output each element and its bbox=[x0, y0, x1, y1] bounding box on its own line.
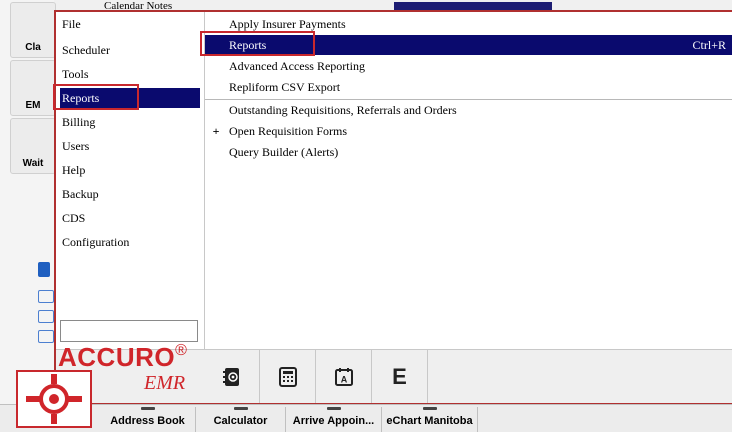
submenu-item-advanced-access-reporting[interactable]: Advanced Access Reporting bbox=[205, 56, 732, 76]
submenu-item-apply-insurer-payments[interactable]: Apply Insurer Payments bbox=[205, 14, 732, 34]
background-tile-clinic[interactable]: Cla bbox=[10, 2, 56, 58]
background-tile-label: Wait bbox=[22, 158, 44, 169]
taskbar-indicator bbox=[140, 407, 155, 410]
background-list-icon[interactable] bbox=[38, 310, 54, 323]
taskbar-indicator bbox=[422, 407, 437, 410]
taskbar-label: eChart Manitoba bbox=[386, 415, 473, 427]
shortcut-label: Ctrl+R bbox=[692, 38, 726, 52]
submenu-item-label: Apply Insurer Payments bbox=[229, 17, 346, 31]
address-book-icon bbox=[222, 367, 239, 386]
calculator-icon bbox=[278, 366, 297, 387]
submenu-item-outstanding-requisitions[interactable]: Outstanding Requisitions, Referrals and … bbox=[205, 100, 732, 120]
background-tile-label: Cla bbox=[25, 42, 41, 53]
background-tile-emr[interactable]: EM bbox=[10, 60, 56, 116]
menu-item-billing[interactable]: Billing bbox=[60, 112, 200, 132]
taskbar-echart-manitoba[interactable]: eChart Manitoba bbox=[382, 407, 478, 432]
quick-launch-bar: ACCURO® EMR A E bbox=[56, 342, 732, 403]
submenu-item-label: Advanced Access Reporting bbox=[229, 59, 365, 73]
submenu-item-query-builder-alerts[interactable]: Query Builder (Alerts) bbox=[205, 142, 732, 162]
logo-emr-text: EMR bbox=[144, 372, 186, 394]
taskbar-calculator[interactable]: Calculator bbox=[196, 407, 286, 432]
logo-brand-text: ACCURO bbox=[58, 342, 176, 372]
taskbar-arrive-appointment[interactable]: Arrive Appoin... bbox=[286, 407, 382, 432]
reports-submenu: Apply Insurer Payments Reports Ctrl+R Ad… bbox=[205, 12, 732, 347]
menu-search-input[interactable] bbox=[61, 321, 197, 341]
submenu-item-reports[interactable]: Reports Ctrl+R bbox=[205, 35, 732, 55]
menu-item-reports[interactable]: Reports bbox=[60, 88, 200, 108]
taskbar-indicator bbox=[233, 407, 248, 410]
quick-address-book-button[interactable] bbox=[204, 350, 260, 403]
svg-text:A: A bbox=[340, 374, 347, 384]
logo-registered-mark: ® bbox=[175, 342, 187, 359]
expand-plus-icon: + bbox=[212, 124, 220, 138]
submenu-item-label: Reports bbox=[229, 38, 267, 52]
menu-item-users[interactable]: Users bbox=[60, 136, 200, 156]
submenu-item-label: Outstanding Requisitions, Referrals and … bbox=[229, 103, 457, 117]
submenu-item-repliform-csv-export[interactable]: Repliform CSV Export bbox=[205, 77, 732, 97]
accuro-emr-logo: ACCURO® EMR bbox=[58, 342, 187, 394]
quick-echart-button[interactable]: E bbox=[372, 350, 428, 403]
accuro-start-button[interactable] bbox=[16, 370, 92, 428]
arrive-appointment-icon: A bbox=[334, 367, 353, 386]
taskbar-label: Calculator bbox=[213, 415, 268, 427]
submenu-item-label: Query Builder (Alerts) bbox=[229, 145, 339, 159]
menu-item-help[interactable]: Help bbox=[60, 160, 200, 180]
background-mail-icon[interactable] bbox=[38, 290, 54, 303]
menu-item-configuration[interactable]: Configuration bbox=[60, 232, 200, 252]
submenu-item-label: Open Requisition Forms bbox=[229, 124, 348, 138]
crosshair-logo-icon bbox=[26, 374, 82, 424]
background-tile-label: EM bbox=[25, 100, 41, 111]
taskbar-address-book[interactable]: Address Book bbox=[100, 407, 196, 432]
menu-item-scheduler[interactable]: Scheduler bbox=[60, 40, 200, 60]
background-monitor-icon[interactable] bbox=[38, 330, 54, 343]
start-menu: File Scheduler Tools Reports Billing Use… bbox=[54, 10, 732, 404]
taskbar-label: Address Book bbox=[110, 415, 185, 427]
background-tile-wait[interactable]: Wait bbox=[10, 118, 56, 174]
menu-item-backup[interactable]: Backup bbox=[60, 184, 200, 204]
taskbar-label: Arrive Appoin... bbox=[292, 415, 375, 427]
submenu-item-open-requisition-forms[interactable]: + Open Requisition Forms bbox=[205, 121, 732, 141]
submenu-item-label: Repliform CSV Export bbox=[229, 80, 341, 94]
menu-search-box[interactable] bbox=[60, 320, 198, 342]
menu-item-cds[interactable]: CDS bbox=[60, 208, 200, 228]
taskbar: Address Book Calculator Arrive Appoin...… bbox=[0, 404, 732, 432]
taskbar-indicator bbox=[326, 407, 341, 410]
quick-calculator-button[interactable] bbox=[260, 350, 316, 403]
menu-item-file[interactable]: File bbox=[60, 14, 200, 34]
echart-e-icon: E bbox=[392, 363, 407, 389]
quick-arrive-appointment-button[interactable]: A bbox=[316, 350, 372, 403]
background-phone-icon[interactable] bbox=[38, 262, 50, 277]
background-sidebar: Cla EM Wait bbox=[0, 0, 56, 431]
menu-item-tools[interactable]: Tools bbox=[60, 64, 200, 84]
